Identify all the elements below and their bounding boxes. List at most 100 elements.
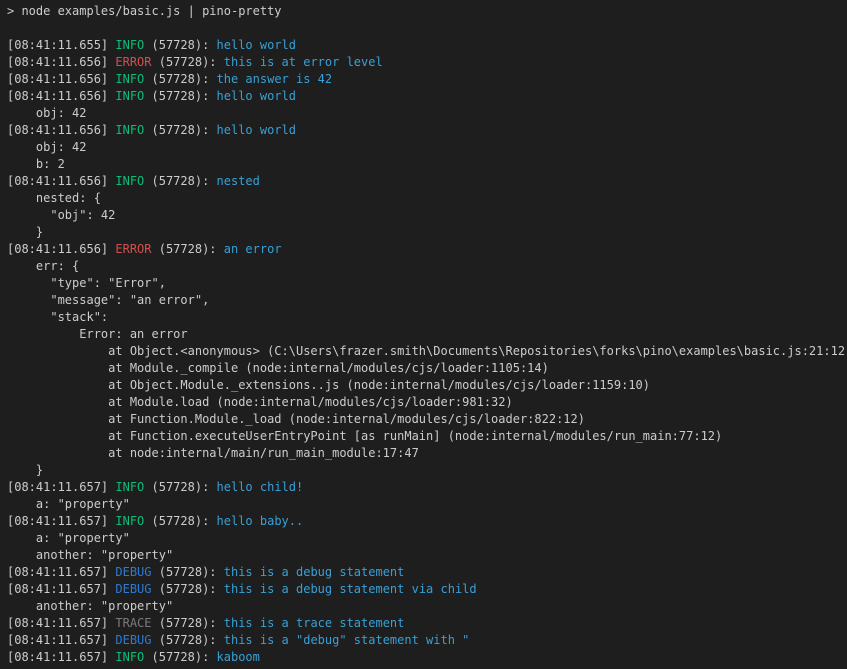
log-text: [08:41:11.657] [7, 565, 115, 579]
log-text: nested: { [7, 191, 101, 205]
log-text: at Object.Module._extensions..js (node:i… [7, 378, 650, 392]
log-text: [08:41:11.656] [7, 242, 115, 256]
terminal-line: a: "property" [7, 530, 847, 547]
terminal-line: } [7, 462, 847, 479]
terminal-line: [08:41:11.657] INFO (57728): hello baby.… [7, 513, 847, 530]
log-text: } [7, 225, 43, 239]
terminal-line: obj: 42 [7, 105, 847, 122]
log-level-trc: TRACE [115, 616, 151, 630]
terminal-line: another: "property" [7, 598, 847, 615]
terminal-line: at Function.Module._load (node:internal/… [7, 411, 847, 428]
terminal-line: [08:41:11.656] ERROR (57728): this is at… [7, 54, 847, 71]
log-text: [08:41:11.656] [7, 72, 115, 86]
log-text: at Module._compile (node:internal/module… [7, 361, 549, 375]
terminal-line: at Object.<anonymous> (C:\Users\frazer.s… [7, 343, 847, 360]
log-text: [08:41:11.656] [7, 89, 115, 103]
terminal-line: "stack": [7, 309, 847, 326]
log-text: (57728): [144, 514, 216, 528]
terminal-line: Error: an error [7, 326, 847, 343]
log-text: [08:41:11.657] [7, 650, 115, 664]
log-message: hello world [217, 38, 296, 52]
terminal-line: err: { [7, 258, 847, 275]
log-text: [08:41:11.657] [7, 633, 115, 647]
terminal-line: "message": "an error", [7, 292, 847, 309]
log-level-dbg: DEBUG [115, 582, 151, 596]
terminal-line: [08:41:11.657] DEBUG (57728): this is a … [7, 581, 847, 598]
log-level-info: INFO [115, 514, 144, 528]
log-text: Error: an error [7, 327, 188, 341]
log-level-info: INFO [115, 72, 144, 86]
log-text: err: { [7, 259, 79, 273]
terminal-line: [08:41:11.657] TRACE (57728): this is a … [7, 615, 847, 632]
terminal-line: a: "property" [7, 496, 847, 513]
log-message: this is a "debug" statement with " [224, 633, 470, 647]
log-text: (57728): [144, 123, 216, 137]
log-text: [08:41:11.657] [7, 616, 115, 630]
log-text: [08:41:11.657] [7, 582, 115, 596]
log-text: [08:41:11.657] [7, 514, 115, 528]
terminal-output[interactable]: > node examples/basic.js | pino-pretty [… [0, 0, 847, 669]
log-text: "message": "an error", [7, 293, 209, 307]
log-text: (57728): [152, 55, 224, 69]
log-message: the answer is 42 [217, 72, 333, 86]
log-text: [08:41:11.656] [7, 174, 115, 188]
log-text: (57728): [144, 480, 216, 494]
log-text: at Function.Module._load (node:internal/… [7, 412, 585, 426]
log-text: (57728): [144, 72, 216, 86]
terminal-line: "type": "Error", [7, 275, 847, 292]
log-text: "type": "Error", [7, 276, 166, 290]
terminal-line: obj: 42 [7, 139, 847, 156]
log-text: (57728): [144, 174, 216, 188]
log-message: this is at error level [224, 55, 383, 69]
log-text: at Module.load (node:internal/modules/cj… [7, 395, 513, 409]
log-text: (57728): [144, 89, 216, 103]
log-text: [08:41:11.655] [7, 38, 115, 52]
log-text: another: "property" [7, 548, 173, 562]
terminal-line: > node examples/basic.js | pino-pretty [7, 3, 847, 20]
log-message: this is a debug statement [224, 565, 405, 579]
log-text: [08:41:11.656] [7, 55, 115, 69]
log-text: [08:41:11.656] [7, 123, 115, 137]
log-message: hello world [217, 123, 296, 137]
log-text: (57728): [144, 650, 216, 664]
log-level-info: INFO [115, 123, 144, 137]
log-level-info: INFO [115, 480, 144, 494]
log-text: > node examples/basic.js | pino-pretty [7, 4, 282, 18]
log-text: obj: 42 [7, 106, 86, 120]
log-text: another: "property" [7, 599, 173, 613]
log-message: an error [224, 242, 282, 256]
log-level-info: INFO [115, 174, 144, 188]
log-text: "obj": 42 [7, 208, 115, 222]
log-message: hello world [217, 89, 296, 103]
terminal-line: [08:41:11.657] INFO (57728): kaboom [7, 649, 847, 666]
log-text: (57728): [152, 582, 224, 596]
terminal-line: at Module._compile (node:internal/module… [7, 360, 847, 377]
log-text: (57728): [144, 38, 216, 52]
terminal-line: [08:41:11.657] INFO (57728): hello child… [7, 479, 847, 496]
terminal-line: [08:41:11.657] DEBUG (57728): this is a … [7, 632, 847, 649]
terminal-line: nested: { [7, 190, 847, 207]
log-level-info: INFO [115, 89, 144, 103]
log-text: a: "property" [7, 531, 130, 545]
log-message: hello child! [217, 480, 304, 494]
terminal-line: [08:41:11.656] INFO (57728): the answer … [7, 71, 847, 88]
terminal-line: [08:41:11.656] ERROR (57728): an error [7, 241, 847, 258]
terminal-line [7, 20, 847, 37]
log-message: kaboom [217, 650, 260, 664]
log-text: "stack": [7, 310, 108, 324]
terminal-line: [08:41:11.656] INFO (57728): hello world [7, 122, 847, 139]
terminal-line: at node:internal/main/run_main_module:17… [7, 445, 847, 462]
log-level-dbg: DEBUG [115, 633, 151, 647]
log-level-err: ERROR [115, 242, 151, 256]
log-text: (57728): [152, 565, 224, 579]
log-level-err: ERROR [115, 55, 151, 69]
terminal-line: another: "property" [7, 547, 847, 564]
log-text: } [7, 463, 43, 477]
log-text: obj: 42 [7, 140, 86, 154]
log-message: this is a trace statement [224, 616, 405, 630]
log-level-info: INFO [115, 650, 144, 664]
terminal-line: at Function.executeUserEntryPoint [as ru… [7, 428, 847, 445]
terminal-line: at Module.load (node:internal/modules/cj… [7, 394, 847, 411]
terminal-line: [08:41:11.656] INFO (57728): hello world [7, 88, 847, 105]
terminal-line: [08:41:11.655] INFO (57728): hello world [7, 37, 847, 54]
